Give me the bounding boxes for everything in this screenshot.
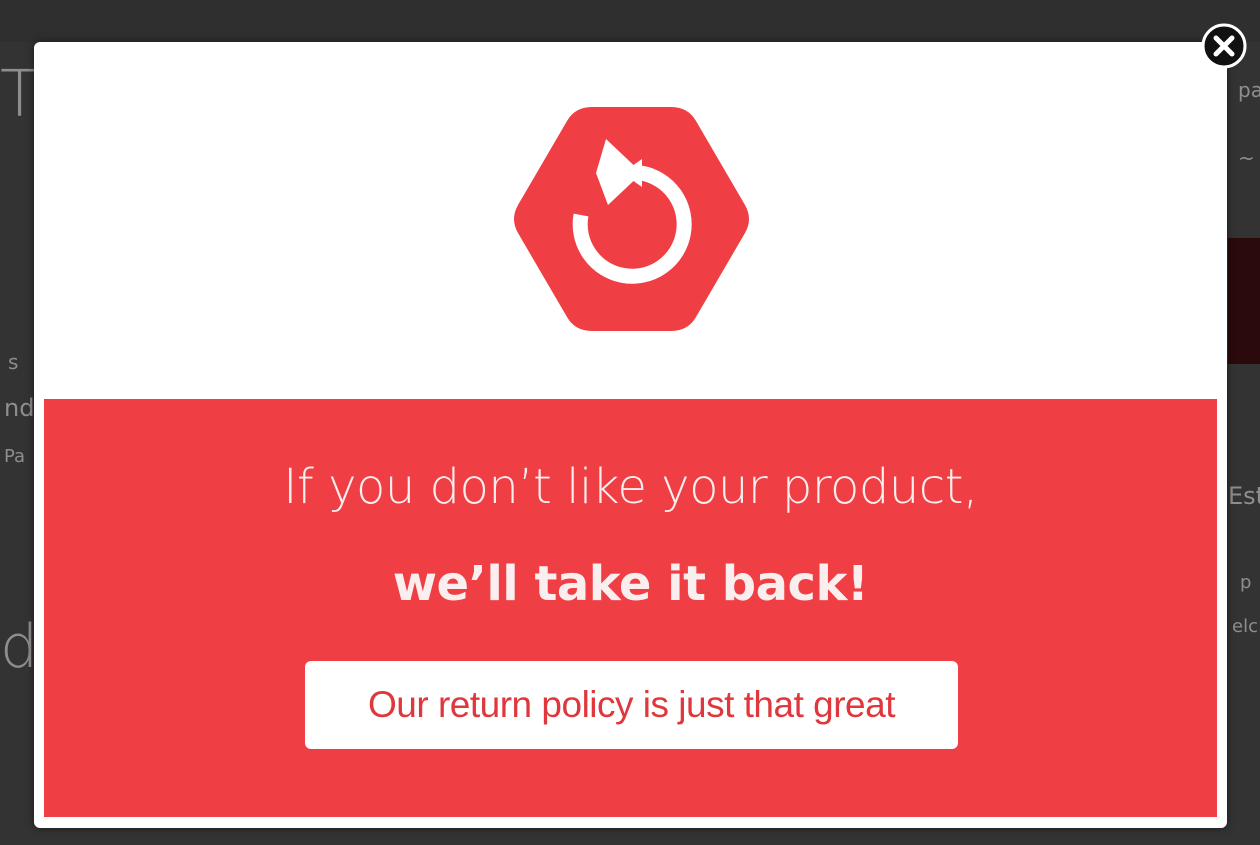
modal-banner: If you don’t like your product, we’ll ta… — [44, 399, 1217, 817]
background-text-fragment: p — [1240, 572, 1252, 593]
background-banner-block — [1228, 238, 1260, 364]
background-text-fragment: elc — [1232, 616, 1258, 637]
background-title-fragment: d — [0, 612, 39, 682]
modal-headline: If you don’t like your product, — [283, 459, 978, 515]
background-text-fragment: s — [8, 350, 19, 374]
background-text-fragment: Est — [1228, 482, 1260, 510]
background-text-fragment: Pa — [4, 446, 26, 467]
close-button[interactable] — [1201, 23, 1247, 69]
modal-subline: we’ll take it back! — [392, 556, 869, 612]
return-policy-button[interactable]: Our return policy is just that great — [305, 661, 958, 749]
background-text-fragment: ~ — [1238, 146, 1255, 170]
modal-hero — [34, 42, 1227, 399]
background-text-fragment: nd — [4, 394, 35, 422]
return-arrow-icon — [514, 107, 749, 331]
background-header — [0, 0, 1260, 42]
return-policy-modal: If you don’t like your product, we’ll ta… — [34, 42, 1227, 828]
background-text-fragment: pa — [1238, 78, 1260, 102]
close-icon — [1201, 23, 1247, 69]
